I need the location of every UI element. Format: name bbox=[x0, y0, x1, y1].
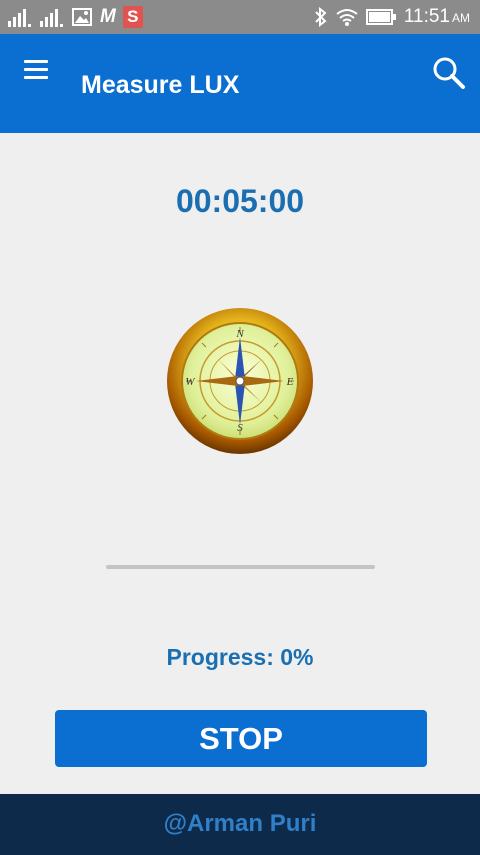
status-bar-left: M S bbox=[8, 6, 143, 28]
progress-label: Progress: 0% bbox=[166, 644, 314, 670]
stop-button[interactable]: STOP bbox=[55, 710, 427, 767]
s-icon: S bbox=[122, 6, 143, 28]
footer-credit: @Arman Puri bbox=[163, 810, 317, 837]
battery-icon bbox=[365, 9, 396, 25]
signal-icon bbox=[40, 9, 63, 27]
progress-bar bbox=[106, 565, 375, 569]
footer: @Arman Puri bbox=[0, 794, 480, 855]
clock-ampm: AM bbox=[452, 11, 470, 25]
search-icon[interactable] bbox=[432, 56, 466, 90]
clock: 11:51 AM bbox=[404, 6, 470, 28]
wifi-icon bbox=[336, 9, 358, 26]
page-title: Measure LUX bbox=[81, 71, 240, 99]
compass-s: S bbox=[237, 422, 243, 434]
status-bar-right: 11:51 AM bbox=[314, 6, 470, 28]
compass-n: N bbox=[235, 328, 244, 340]
compass-w: W bbox=[185, 376, 195, 388]
timer-display: 00:05:00 bbox=[175, 183, 305, 219]
compass-e: E bbox=[286, 376, 294, 388]
menu-icon[interactable] bbox=[24, 60, 50, 80]
signal-icon bbox=[8, 9, 31, 27]
m-icon: M bbox=[100, 6, 116, 27]
app-bar: Measure LUX bbox=[0, 34, 480, 133]
compass-icon: N S E W bbox=[167, 308, 313, 454]
image-icon bbox=[72, 8, 92, 26]
bluetooth-icon bbox=[315, 7, 327, 27]
clock-time: 11:51 bbox=[403, 6, 450, 27]
status-bar: M S 11:51 AM bbox=[0, 0, 480, 34]
